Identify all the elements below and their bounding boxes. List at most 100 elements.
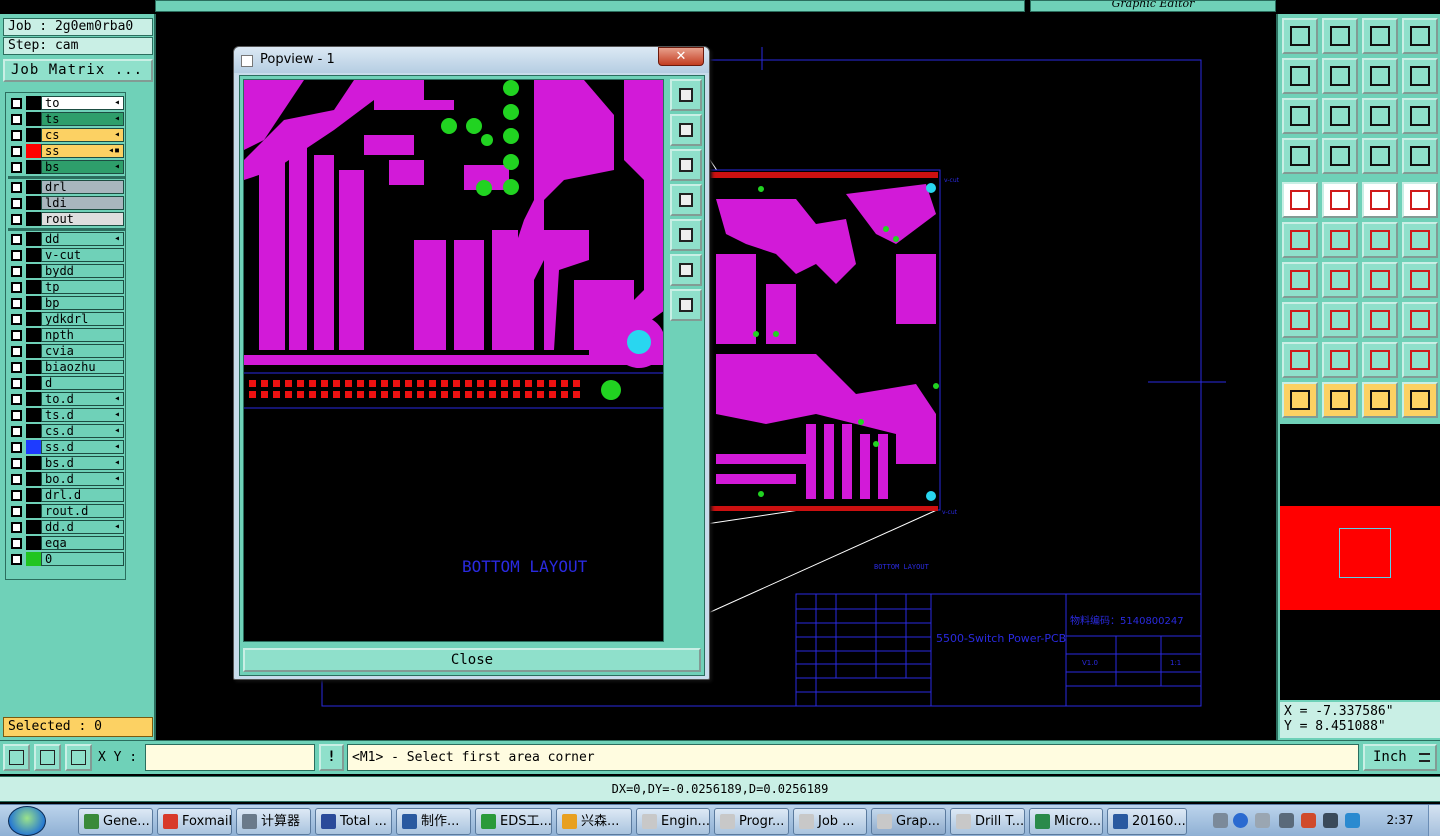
layer-row-rout[interactable]: rout [8,212,125,226]
layer-color-swatch[interactable] [26,160,41,174]
layer-row-tp[interactable]: tp [8,280,125,294]
layer-name[interactable]: to.d ◂ [41,392,124,406]
taskbar-item[interactable]: Engin... [636,808,710,835]
layer-checkbox[interactable] [11,330,22,341]
layer-name[interactable]: drl.d [41,488,124,502]
layer-color-swatch[interactable] [26,232,41,246]
layer-checkbox[interactable] [11,250,22,261]
group-button[interactable] [1402,302,1438,338]
layer-row-bs[interactable]: bs ◂ [8,160,125,174]
layer-row-bp[interactable]: bp [8,296,125,310]
layer-checkbox[interactable] [11,458,22,469]
pointer-button[interactable] [1282,382,1318,418]
warning-button[interactable]: ! [319,744,344,771]
rotate-button[interactable] [1362,262,1398,298]
layer-row-dd[interactable]: dd ◂ [8,232,125,246]
layer-name[interactable]: eqa [41,536,124,550]
layer-checkbox[interactable] [11,298,22,309]
layer-name[interactable]: ss ◂▪ [41,144,124,158]
layer-row-v-cut[interactable]: v-cut [8,248,125,262]
layer-row-dd.d[interactable]: dd.d ◂ [8,520,125,534]
measure-button[interactable] [1322,138,1358,174]
layer-checkbox[interactable] [11,474,22,485]
layer-name[interactable]: rout [41,212,124,226]
taskbar-item[interactable]: 20160... [1107,808,1187,835]
layer-color-swatch[interactable] [26,328,41,342]
layer-row-biaozhu[interactable]: biaozhu [8,360,125,374]
help-icon[interactable] [1233,813,1248,828]
scale-button[interactable] [1362,98,1398,134]
layer-row-to[interactable]: to ◂ [8,96,125,110]
layer-name[interactable]: drl [41,180,124,194]
layer-color-swatch[interactable] [26,552,41,566]
layer-name[interactable]: cs ◂ [41,128,124,142]
taskbar-item[interactable]: Total ... [315,808,392,835]
layer-color-swatch[interactable] [26,312,41,326]
layer-color-swatch[interactable] [26,280,41,294]
layer-name[interactable]: bydd [41,264,124,278]
trace-button[interactable] [1322,302,1358,338]
layer-name[interactable]: to ◂ [41,96,124,110]
taskbar-item[interactable]: Job ... [793,808,867,835]
dimension-button[interactable] [1362,302,1398,338]
layer-checkbox[interactable] [11,554,22,565]
layer-checkbox[interactable] [11,490,22,501]
popview-tool-zoom-in-icon[interactable] [670,289,702,321]
redo-button[interactable] [1402,58,1438,94]
layer-row-ts.d[interactable]: ts.d ◂ [8,408,125,422]
layer-color-swatch[interactable] [26,248,41,262]
layer-checkbox[interactable] [11,282,22,293]
measure-tool-button[interactable] [3,744,30,771]
layer-checkbox[interactable] [11,426,22,437]
layer-name[interactable]: bs ◂ [41,160,124,174]
layer-row-bo.d[interactable]: bo.d ◂ [8,472,125,486]
triangle-b-button[interactable] [1362,342,1398,378]
save-button[interactable] [1322,18,1358,54]
window-close-button[interactable]: ✕ [658,47,704,66]
layer-checkbox[interactable] [11,130,22,141]
layers-red-button[interactable] [1362,138,1398,174]
layer-checkbox[interactable] [11,346,22,357]
layer-name[interactable]: npth [41,328,124,342]
layers-red-alt-button[interactable] [1402,138,1438,174]
layer-name[interactable]: tp [41,280,124,294]
layer-name[interactable]: cvia [41,344,124,358]
clock[interactable]: 2:37 [1380,813,1420,827]
circle-button[interactable] [1402,182,1438,218]
layer-color-swatch[interactable] [26,144,41,158]
layer-row-bs.d[interactable]: bs.d ◂ [8,456,125,470]
layer-row-drl[interactable]: drl [8,180,125,194]
layer-name[interactable]: bp [41,296,124,310]
input-menu-icon[interactable] [1255,813,1270,828]
layer-color-swatch[interactable] [26,344,41,358]
layer-row-0[interactable]: 0 [8,552,125,566]
layer-checkbox[interactable] [11,394,22,405]
layer-checkbox[interactable] [11,114,22,125]
layer-checkbox[interactable] [11,410,22,421]
layer-color-swatch[interactable] [26,128,41,142]
popview-tool-left-icon[interactable] [670,184,702,216]
layer-color-swatch[interactable] [26,112,41,126]
layer-checkbox[interactable] [11,182,22,193]
layer-color-swatch[interactable] [26,536,41,550]
undo-button[interactable] [1362,58,1398,94]
triangle-c-button[interactable] [1402,342,1438,378]
layer-color-swatch[interactable] [26,196,41,210]
layer-row-ts[interactable]: ts ◂ [8,112,125,126]
job-matrix-button[interactable]: Job Matrix ... [3,59,153,82]
layer-name[interactable]: d [41,376,124,390]
snap-tool-button[interactable] [34,744,61,771]
triangle-a-button[interactable] [1322,342,1358,378]
pad-button[interactable] [1282,302,1318,338]
pointer-hex-button[interactable] [1362,382,1398,418]
layer-name[interactable]: ts.d ◂ [41,408,124,422]
layer-row-npth[interactable]: npth [8,328,125,342]
layer-checkbox[interactable] [11,522,22,533]
layer-color-swatch[interactable] [26,180,41,194]
select-button[interactable] [1282,182,1318,218]
layer-color-swatch[interactable] [26,520,41,534]
layer-row-ss.d[interactable]: ss.d ◂ [8,440,125,454]
slope-button[interactable] [1322,262,1358,298]
taskbar-item[interactable]: Drill T... [950,808,1025,835]
home-button[interactable] [1282,18,1318,54]
